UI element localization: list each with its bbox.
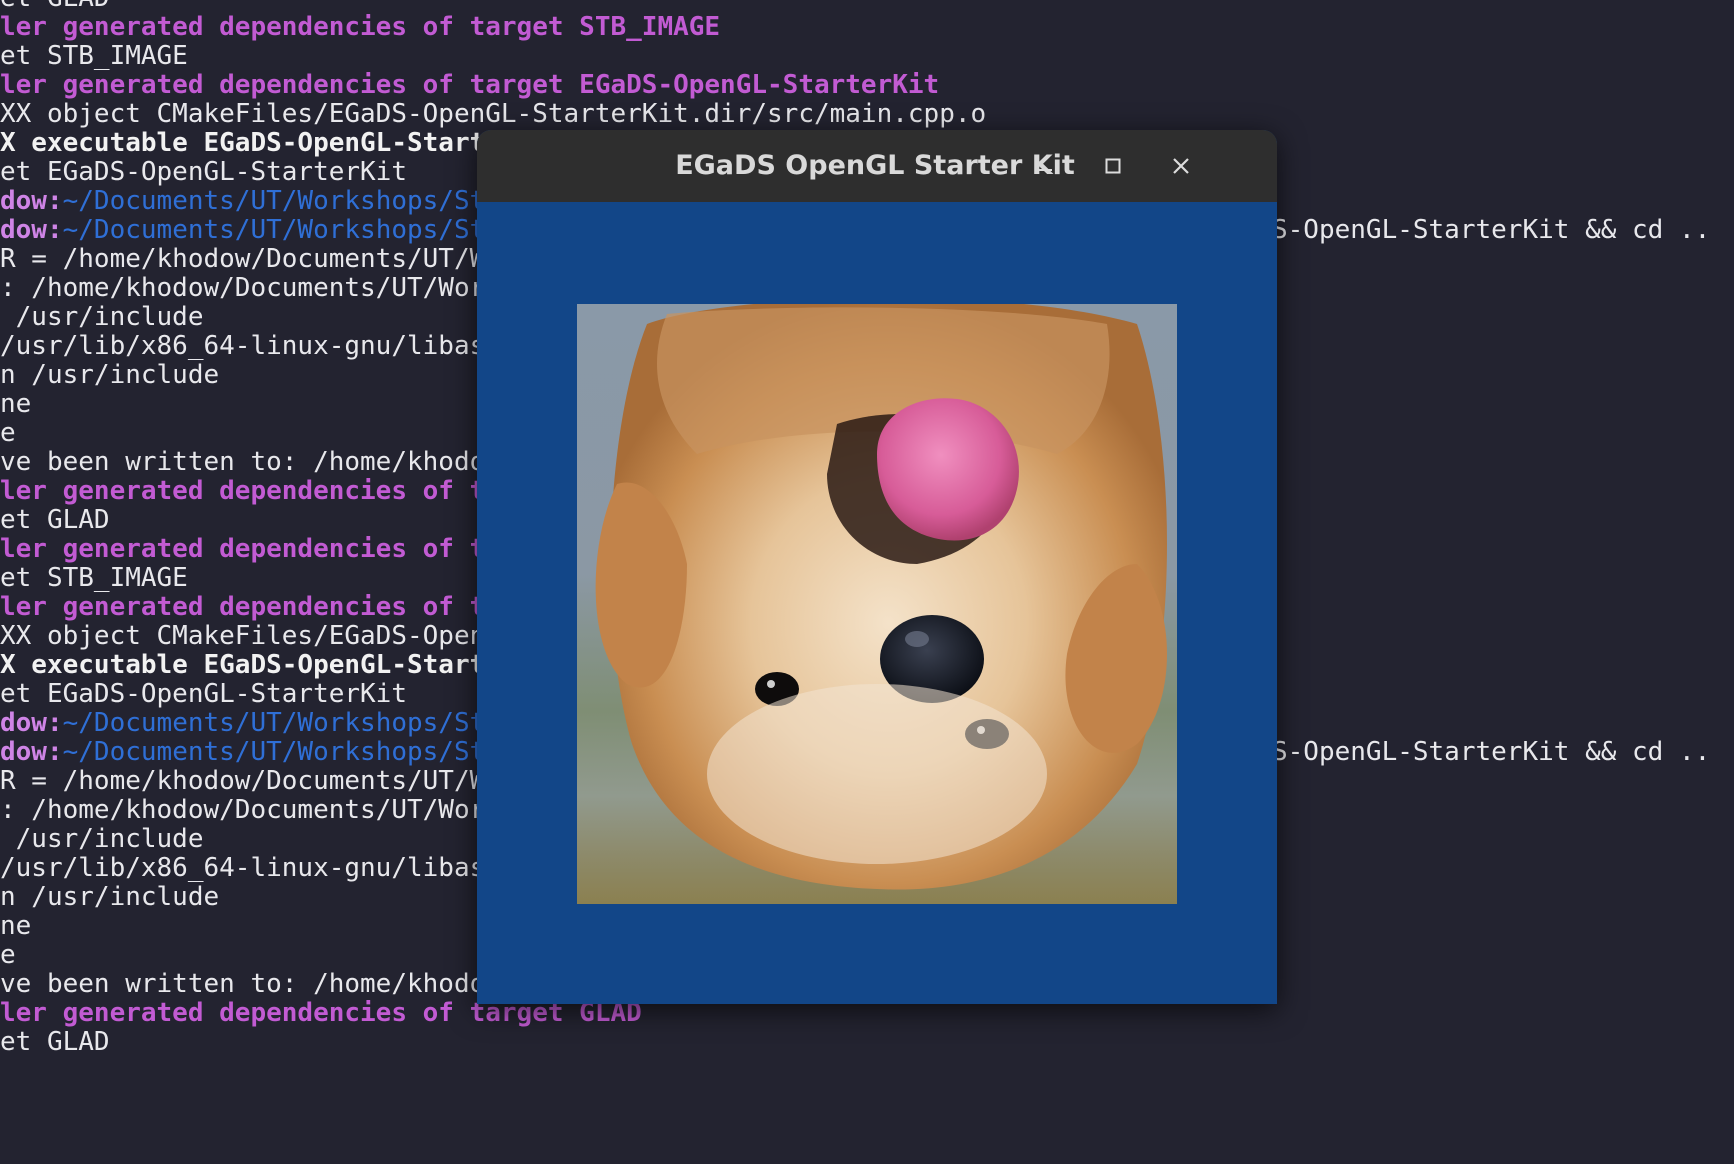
- terminal-line: et GLAD: [0, 1027, 110, 1057]
- minimize-button[interactable]: [1025, 146, 1065, 186]
- opengl-viewport[interactable]: [477, 202, 1277, 1004]
- terminal-line: ler generated dependencies of target EGa…: [0, 70, 940, 100]
- prompt-user: dow:: [0, 737, 63, 767]
- terminal-line: ler generated dependencies of target STB…: [0, 12, 721, 42]
- terminal-line: e: [0, 940, 16, 970]
- terminal-line: ne: [0, 911, 32, 941]
- terminal-line: et EGaDS-OpenGL-StarterKit: [0, 679, 407, 709]
- maximize-button[interactable]: [1093, 146, 1133, 186]
- terminal-line: et STB_IMAGE: [0, 41, 188, 71]
- terminal-line: n /usr/include: [0, 360, 220, 390]
- prompt-user: dow:: [0, 215, 63, 245]
- minimize-icon: [1038, 169, 1052, 171]
- terminal-line: ne: [0, 389, 32, 419]
- terminal-line: /usr/include: [0, 824, 204, 854]
- terminal-line: n /usr/include: [0, 882, 220, 912]
- maximize-icon: [1105, 158, 1121, 174]
- close-icon: [1173, 158, 1189, 174]
- terminal-line: et GLAD: [0, 505, 110, 535]
- prompt-user: dow:: [0, 186, 63, 216]
- terminal-line: et STB_IMAGE: [0, 563, 188, 593]
- terminal-line: et EGaDS-OpenGL-StarterKit: [0, 157, 407, 187]
- terminal-line: /usr/include: [0, 302, 204, 332]
- opengl-app-window[interactable]: EGaDS OpenGL Starter Kit: [477, 130, 1277, 1004]
- terminal-line-fragment: S-OpenGL-StarterKit && cd ..: [1272, 737, 1711, 767]
- terminal-line: e: [0, 418, 16, 448]
- terminal-line: XX object CMakeFiles/EGaDS-OpenGL-Starte…: [0, 99, 987, 129]
- window-title: EGaDS OpenGL Starter Kit: [675, 150, 1075, 181]
- window-titlebar[interactable]: EGaDS OpenGL Starter Kit: [477, 130, 1277, 202]
- terminal-line-fragment: S-OpenGL-StarterKit && cd ..: [1272, 215, 1711, 245]
- puppy-texture-image: [577, 304, 1177, 904]
- prompt-user: dow:: [0, 708, 63, 738]
- close-button[interactable]: [1161, 146, 1201, 186]
